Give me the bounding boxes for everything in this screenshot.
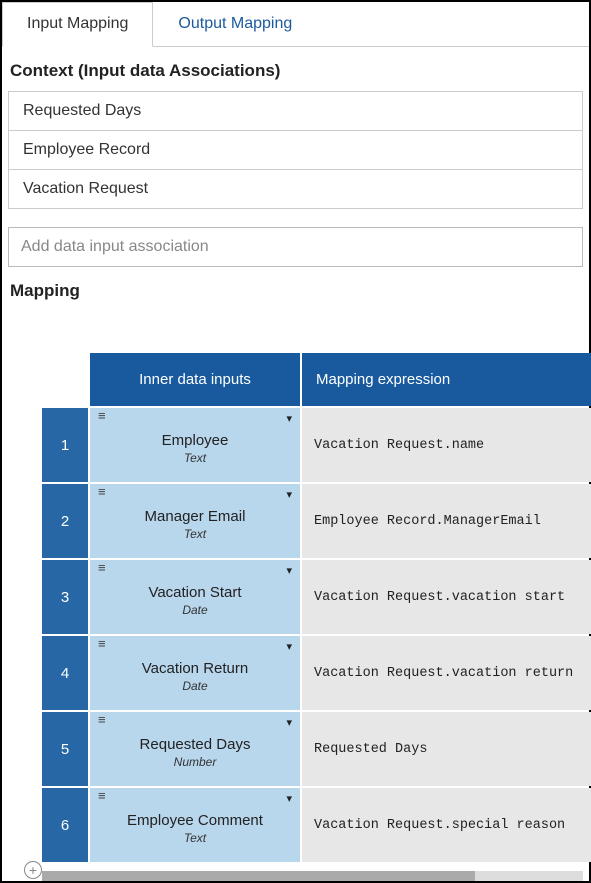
row-number[interactable]: 2: [42, 484, 88, 558]
inner-input-name: Employee: [90, 432, 300, 449]
chevron-down-icon[interactable]: ▾: [286, 640, 292, 653]
chevron-down-icon[interactable]: ▾: [286, 564, 292, 577]
col-header-inner: Inner data inputs: [90, 353, 300, 406]
inner-input-name: Vacation Return: [90, 660, 300, 677]
mapping-expression-cell[interactable]: Vacation Request.name: [302, 408, 591, 482]
mapping-expression-cell[interactable]: Vacation Request.vacation start: [302, 560, 591, 634]
drag-handle-icon[interactable]: ≡: [98, 414, 106, 418]
drag-handle-icon[interactable]: ≡: [98, 642, 106, 646]
inner-data-cell[interactable]: ≡ ▾ Vacation Start Date: [90, 560, 300, 634]
inner-input-type: Text: [90, 527, 300, 541]
table-row: 1 ≡ ▾ Employee TextVacation Request.name: [42, 408, 591, 482]
col-header-expression: Mapping expression: [302, 353, 591, 406]
horizontal-scrollbar[interactable]: [42, 871, 583, 881]
row-number[interactable]: 4: [42, 636, 88, 710]
mapping-header: Mapping: [2, 267, 589, 311]
inner-input-name: Requested Days: [90, 736, 300, 753]
inner-input-name: Employee Comment: [90, 812, 300, 829]
inner-input-name: Manager Email: [90, 508, 300, 525]
mapping-expression-cell[interactable]: Employee Record.ManagerEmail: [302, 484, 591, 558]
inner-data-cell[interactable]: ≡ ▾ Employee Text: [90, 408, 300, 482]
drag-handle-icon[interactable]: ≡: [98, 718, 106, 722]
chevron-down-icon[interactable]: ▾: [286, 488, 292, 501]
mapping-table: Inner data inputs Mapping expression 1 ≡ ▾…: [40, 351, 591, 864]
context-item[interactable]: Vacation Request: [9, 170, 582, 208]
drag-handle-icon[interactable]: ≡: [98, 490, 106, 494]
context-list: Requested Days Employee Record Vacation …: [8, 91, 583, 209]
inner-input-type: Number: [90, 755, 300, 769]
inner-data-cell[interactable]: ≡ ▾ Requested Days Number: [90, 712, 300, 786]
row-number[interactable]: 6: [42, 788, 88, 862]
mapping-expression-cell[interactable]: Vacation Request.special reason: [302, 788, 591, 862]
chevron-down-icon[interactable]: ▾: [286, 792, 292, 805]
inner-data-cell[interactable]: ≡ ▾ Employee Comment Text: [90, 788, 300, 862]
inner-input-type: Text: [90, 831, 300, 845]
drag-handle-icon[interactable]: ≡: [98, 566, 106, 570]
inner-data-cell[interactable]: ≡ ▾ Manager Email Text: [90, 484, 300, 558]
context-item[interactable]: Requested Days: [9, 92, 582, 131]
add-association-input[interactable]: [8, 227, 583, 267]
chevron-down-icon[interactable]: ▾: [286, 412, 292, 425]
scrollbar-thumb[interactable]: [42, 871, 475, 881]
drag-handle-icon[interactable]: ≡: [98, 794, 106, 798]
add-row-icon[interactable]: +: [24, 861, 42, 879]
table-row: 5≡▾Requested DaysNumberRequested Days: [42, 712, 591, 786]
inner-data-cell[interactable]: ≡ ▾ Vacation Return Date: [90, 636, 300, 710]
table-row: 6 ≡ ▾ Employee Comment TextVacation Request.…: [42, 788, 591, 862]
row-number[interactable]: 5: [42, 712, 88, 786]
table-row: 4 ≡ ▾ Vacation Return DateVacation Request.v…: [42, 636, 591, 710]
corner-cell: [42, 353, 88, 406]
tabs: Input Mapping Output Mapping: [2, 2, 589, 47]
mapping-expression-cell[interactable]: Vacation Request.vacation return: [302, 636, 591, 710]
chevron-down-icon[interactable]: ▾: [286, 716, 292, 729]
context-item[interactable]: Employee Record: [9, 131, 582, 170]
inner-input-name: Vacation Start: [90, 584, 300, 601]
tab-output-mapping[interactable]: Output Mapping: [153, 2, 317, 46]
inner-input-type: Date: [90, 679, 300, 693]
tab-input-mapping[interactable]: Input Mapping: [2, 2, 153, 47]
inner-input-type: Date: [90, 603, 300, 617]
table-row: 3 ≡ ▾ Vacation Start DateVacation Request.va…: [42, 560, 591, 634]
context-header: Context (Input data Associations): [2, 47, 589, 91]
mapping-expression-cell[interactable]: Requested Days: [302, 712, 591, 786]
row-number[interactable]: 1: [42, 408, 88, 482]
table-row: 2 ≡ ▾ Manager Email TextEmployee Record.Mana…: [42, 484, 591, 558]
inner-input-type: Text: [90, 451, 300, 465]
row-number[interactable]: 3: [42, 560, 88, 634]
